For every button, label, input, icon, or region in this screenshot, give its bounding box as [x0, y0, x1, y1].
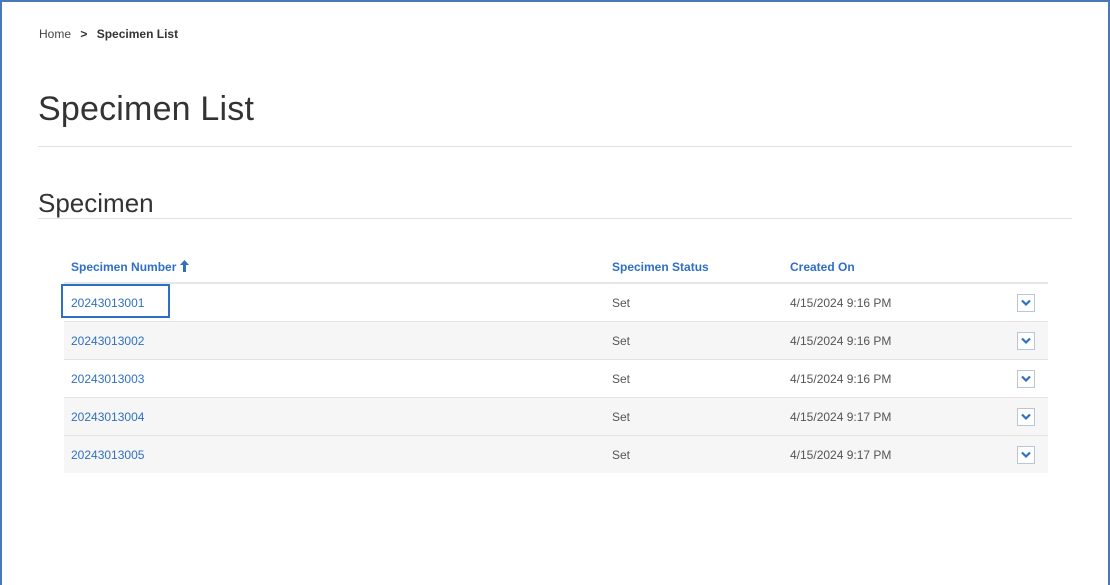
- column-header-created-on[interactable]: Created On: [790, 260, 855, 274]
- section-title: Specimen: [38, 188, 154, 218]
- row-actions-button[interactable]: [1017, 408, 1035, 426]
- page-title: Specimen List: [38, 90, 255, 128]
- specimen-status: Set: [612, 448, 631, 462]
- row-actions-button[interactable]: [1017, 446, 1035, 464]
- specimen-number-link[interactable]: 20243013002: [71, 334, 144, 348]
- specimen-status: Set: [612, 410, 631, 424]
- arrow-up-icon: [180, 260, 190, 275]
- table-row: 20243013002 Set 4/15/2024 9:16 PM: [64, 322, 1048, 360]
- column-header-specimen-number-label: Specimen Number: [71, 260, 177, 274]
- breadcrumb-current: Specimen List: [96, 27, 179, 41]
- row-actions-button[interactable]: [1017, 370, 1035, 388]
- created-on: 4/15/2024 9:16 PM: [790, 372, 892, 386]
- breadcrumb-home-link[interactable]: Home: [39, 27, 71, 41]
- breadcrumb: Home > Specimen List: [39, 27, 178, 41]
- specimen-status: Set: [612, 296, 631, 310]
- specimen-status: Set: [612, 372, 631, 386]
- table-row: 20243013001 Set 4/15/2024 9:16 PM: [61, 284, 1048, 322]
- table-row: 20243013004 Set 4/15/2024 9:17 PM: [64, 398, 1048, 436]
- chevron-down-icon: [1021, 446, 1031, 464]
- breadcrumb-separator: >: [80, 27, 88, 41]
- row-actions-button[interactable]: [1017, 294, 1035, 312]
- specimen-number-link[interactable]: 20243013004: [71, 410, 144, 424]
- chevron-down-icon: [1021, 332, 1031, 350]
- chevron-down-icon: [1021, 294, 1031, 312]
- chevron-down-icon: [1021, 370, 1031, 388]
- specimen-grid: Specimen Number Specimen Status Created …: [61, 252, 1048, 473]
- created-on: 4/15/2024 9:16 PM: [790, 334, 892, 348]
- column-header-specimen-status[interactable]: Specimen Status: [612, 260, 709, 274]
- created-on: 4/15/2024 9:16 PM: [790, 296, 892, 310]
- title-divider: [38, 146, 1072, 147]
- table-row: 20243013005 Set 4/15/2024 9:17 PM: [64, 436, 1048, 473]
- specimen-number-link[interactable]: 20243013003: [71, 372, 144, 386]
- created-on: 4/15/2024 9:17 PM: [790, 410, 892, 424]
- grid-header: Specimen Number Specimen Status Created …: [64, 252, 1048, 284]
- specimen-number-link[interactable]: 20243013001: [71, 296, 144, 310]
- specimen-status: Set: [612, 334, 631, 348]
- chevron-down-icon: [1021, 408, 1031, 426]
- created-on: 4/15/2024 9:17 PM: [790, 448, 892, 462]
- row-actions-button[interactable]: [1017, 332, 1035, 350]
- column-header-specimen-number[interactable]: Specimen Number: [71, 260, 190, 275]
- section-divider: [38, 218, 1072, 219]
- table-row: 20243013003 Set 4/15/2024 9:16 PM: [64, 360, 1048, 398]
- specimen-number-link[interactable]: 20243013005: [71, 448, 144, 462]
